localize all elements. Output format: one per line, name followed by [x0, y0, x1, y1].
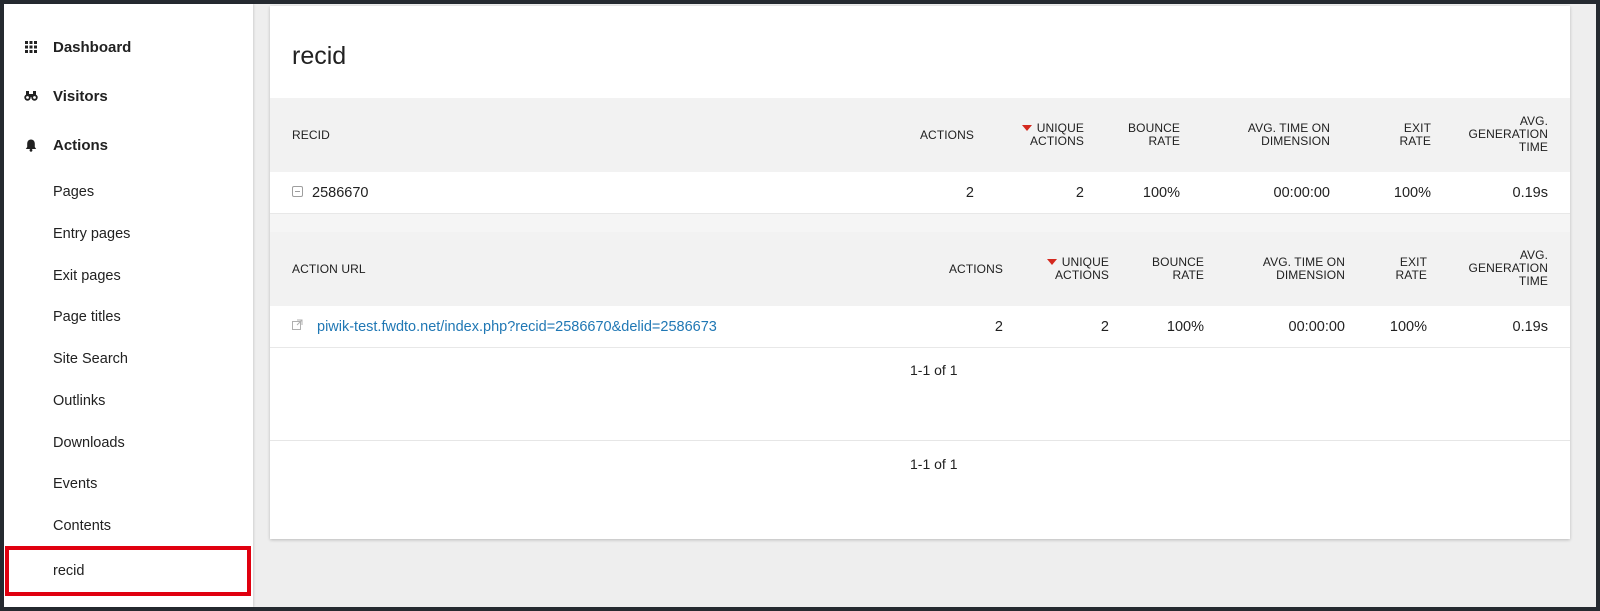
menu-item-label: Downloads: [53, 435, 125, 451]
column-header-avg-time[interactable]: AVG. TIME ON DIMENSION: [1248, 122, 1330, 148]
menu-item-label: Entry pages: [53, 226, 131, 242]
menu-item-contents[interactable]: Contents: [4, 508, 253, 544]
external-link-icon[interactable]: [292, 317, 303, 335]
action-url-link[interactable]: piwik-test.fwdto.net/index.php?recid=258…: [317, 319, 717, 335]
menu-item-label: Outlinks: [53, 393, 106, 409]
sort-descending-icon: [1021, 125, 1032, 131]
row-label: 2586670: [292, 185, 368, 201]
subtable-pagination: 1-1 of 1: [910, 362, 958, 378]
cell-exit-rate: 100%: [1393, 185, 1431, 201]
cell-bounce-rate: 100%: [1166, 319, 1204, 335]
binoculars-icon: [24, 89, 38, 103]
cell-generation-time: 0.19s: [1512, 185, 1548, 201]
menu-item-page-titles[interactable]: Page titles: [4, 299, 253, 335]
menu-item-label: Contents: [53, 518, 112, 534]
menu-item-label: Events: [53, 476, 98, 492]
menu-item-entry-pages[interactable]: Entry pages: [4, 216, 253, 252]
menu-item-label: recid: [53, 563, 85, 579]
menu-item-recid[interactable]: recid: [5, 546, 251, 596]
table-divider: [270, 440, 1570, 441]
page: Dashboard Visitors Actions Pages Entry p…: [4, 4, 1596, 607]
cell-generation-time: 0.19s: [1512, 319, 1548, 335]
column-header-exit-rate[interactable]: EXIT RATE: [1395, 256, 1427, 282]
cell-bounce-rate: 100%: [1142, 185, 1180, 201]
column-header-actions[interactable]: ACTIONS: [949, 263, 1003, 276]
menu-item-downloads[interactable]: Downloads: [4, 425, 253, 461]
subtable-row[interactable]: piwik-test.fwdto.net/index.php?recid=258…: [270, 306, 1570, 348]
reporting-menu: Dashboard Visitors Actions Pages Entry p…: [4, 4, 253, 607]
menu-item-label: Exit pages: [53, 268, 121, 284]
cell-unique-actions: 2: [1100, 319, 1109, 335]
column-header-recid[interactable]: RECID: [292, 129, 330, 142]
column-header-avg-time[interactable]: AVG. TIME ON DIMENSION: [1263, 256, 1345, 282]
menu-category-visitors[interactable]: Visitors: [4, 76, 253, 116]
cell-avg-time: 00:00:00: [1273, 185, 1330, 201]
menu-category-dashboard[interactable]: Dashboard: [4, 27, 253, 67]
menu-item-label: Page titles: [53, 309, 121, 325]
menu-item-label: Pages: [53, 184, 95, 200]
cell-actions: 2: [994, 319, 1003, 335]
menu-item-exit-pages[interactable]: Exit pages: [4, 258, 253, 294]
menu-item-pages[interactable]: Pages: [4, 174, 253, 210]
column-header-generation-time[interactable]: AVG. GENERATION TIME: [1469, 249, 1548, 288]
cell-avg-time: 00:00:00: [1288, 319, 1345, 335]
report-card: recid RECID ACTIONS UNIQUE ACTIONS BOUNCE…: [270, 6, 1570, 539]
subtable-header: ACTION URL ACTIONS UNIQUE ACTIONS BOUNCE R…: [270, 232, 1570, 306]
menu-item-label: Site Search: [53, 351, 128, 367]
table-row[interactable]: 2586670 2 2 100% 00:00:00 100% 0.19s: [270, 172, 1570, 214]
column-header-exit-rate[interactable]: EXIT RATE: [1399, 122, 1431, 148]
menu-category-label: Visitors: [53, 87, 108, 105]
table-header: RECID ACTIONS UNIQUE ACTIONS BOUNCE RATE A…: [270, 98, 1570, 172]
column-header-unique-actions[interactable]: UNIQUE ACTIONS: [1046, 256, 1109, 282]
menu-category-label: Dashboard: [53, 38, 132, 56]
menu-category-label: Actions: [53, 136, 109, 154]
column-header-action-url[interactable]: ACTION URL: [292, 263, 366, 276]
sort-descending-icon: [1046, 259, 1057, 265]
cell-unique-actions: 2: [1075, 185, 1084, 201]
bell-icon: [24, 138, 38, 152]
grid-icon: [24, 40, 38, 54]
cell-exit-rate: 100%: [1389, 319, 1427, 335]
column-header-generation-time[interactable]: AVG. GENERATION TIME: [1469, 115, 1548, 154]
report-title: recid: [292, 42, 347, 70]
column-header-actions[interactable]: ACTIONS: [920, 129, 974, 142]
column-header-bounce-rate[interactable]: BOUNCE RATE: [1152, 256, 1204, 282]
menu-item-events[interactable]: Events: [4, 466, 253, 502]
table-pagination: 1-1 of 1: [910, 456, 958, 472]
menu-item-outlinks[interactable]: Outlinks: [4, 383, 253, 419]
collapse-icon[interactable]: [292, 185, 303, 197]
subtable-spacer: [270, 214, 1570, 232]
column-header-bounce-rate[interactable]: BOUNCE RATE: [1128, 122, 1180, 148]
cell-actions: 2: [965, 185, 974, 201]
column-header-unique-actions[interactable]: UNIQUE ACTIONS: [1021, 122, 1084, 148]
menu-category-actions[interactable]: Actions: [4, 125, 253, 165]
menu-item-site-search[interactable]: Site Search: [4, 341, 253, 377]
